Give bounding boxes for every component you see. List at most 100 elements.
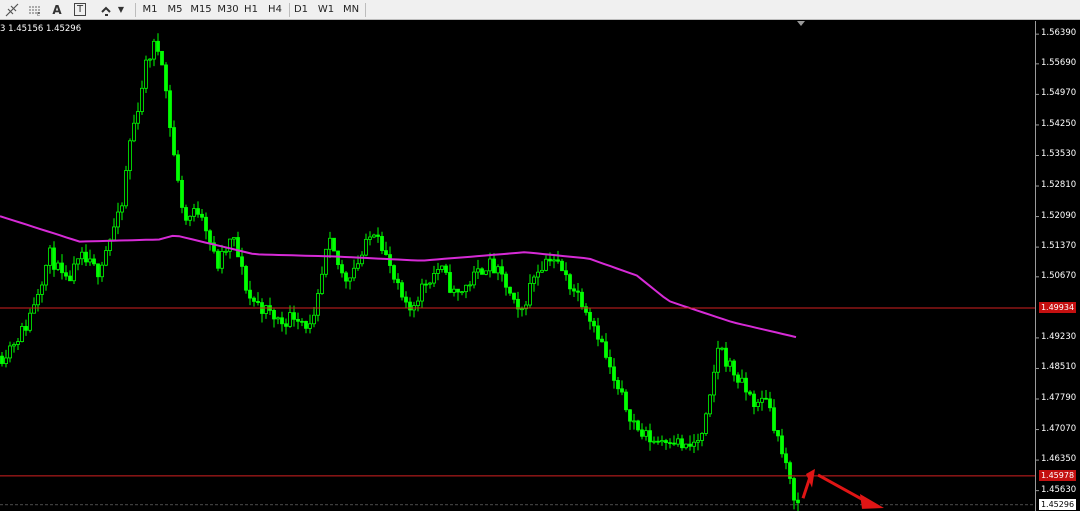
candle-body <box>420 283 424 302</box>
candle-body <box>392 265 396 280</box>
candle-body <box>452 288 456 293</box>
candle-body <box>464 284 468 293</box>
candle-body <box>460 291 464 294</box>
candle-body <box>676 438 680 445</box>
candle-body <box>308 323 312 329</box>
candle-body <box>144 59 148 89</box>
current-price-tag: 1.45296 <box>1039 498 1076 510</box>
chart-toolbar: E A T ▼ M1 M5 M15 M30 H1 H4 D1 W1 MN <box>0 0 1080 20</box>
candle-body <box>732 360 736 376</box>
price-tick-label: 1.47070 <box>1041 423 1077 434</box>
price-tick-label: 1.46350 <box>1041 454 1077 465</box>
timeframe-h4-button[interactable]: H4 <box>265 2 285 17</box>
candle-body <box>688 443 692 447</box>
candle-body <box>400 282 404 298</box>
timeframe-d1-button[interactable]: D1 <box>292 2 310 17</box>
candle-body <box>424 283 428 286</box>
text-tool-icon[interactable]: T <box>70 1 90 18</box>
timeframe-m30-button[interactable]: M30 <box>216 2 240 17</box>
candle-body <box>380 236 384 252</box>
candle-body <box>664 440 668 444</box>
candle-body <box>764 397 768 400</box>
candle-body <box>0 355 4 364</box>
candle-body <box>500 266 504 275</box>
candle-body <box>448 272 452 293</box>
candle-body <box>336 250 340 266</box>
toolbar-separator <box>135 3 136 17</box>
candle-body <box>352 267 356 279</box>
candle-body <box>88 258 92 263</box>
candle-body <box>48 247 52 266</box>
candle-body <box>600 338 604 343</box>
candle-body <box>604 341 608 358</box>
price-chart[interactable] <box>0 21 1080 511</box>
timeframe-w1-button[interactable]: W1 <box>316 2 336 17</box>
candle-body <box>104 250 108 266</box>
timeframe-m15-button[interactable]: M15 <box>189 2 213 17</box>
candle-body <box>256 301 260 303</box>
candle-body <box>512 292 516 300</box>
candle-body <box>160 50 164 66</box>
candle-body <box>748 391 752 395</box>
candle-body <box>252 297 256 302</box>
candle-body <box>432 273 436 284</box>
candle-body <box>592 320 596 327</box>
candle-body <box>272 310 276 320</box>
candle-body <box>720 347 724 350</box>
candle-body <box>220 250 224 269</box>
dropdown-icon[interactable]: ▼ <box>116 1 126 18</box>
candle-body <box>516 298 520 310</box>
candle-body <box>396 278 400 284</box>
candle-body <box>164 64 168 92</box>
svg-text:E: E <box>37 12 40 17</box>
candle-body <box>528 283 532 306</box>
candle-body <box>156 40 160 52</box>
arrows-icon[interactable] <box>97 1 117 18</box>
candle-body <box>176 154 180 181</box>
timeframe-mn-button[interactable]: MN <box>340 2 362 17</box>
candle-body <box>556 259 560 262</box>
timeframe-h1-button[interactable]: H1 <box>242 2 260 17</box>
candle-body <box>736 374 740 383</box>
candle-body <box>712 371 716 396</box>
chart-canvas[interactable] <box>0 21 1080 511</box>
candle-body <box>264 305 268 314</box>
timeframe-m5-button[interactable]: M5 <box>165 2 185 17</box>
candle-body <box>540 269 544 273</box>
candle-body <box>680 438 684 449</box>
fibonacci-icon[interactable] <box>2 1 22 18</box>
candle-body <box>616 380 620 390</box>
timeframe-m1-button[interactable]: M1 <box>140 2 160 17</box>
channel-icon[interactable]: E <box>25 1 45 18</box>
candle-body <box>648 430 652 443</box>
candle-body <box>728 360 732 367</box>
candle-body <box>580 291 584 308</box>
candle-body <box>588 311 592 322</box>
candle-body <box>716 347 720 373</box>
candle-body <box>16 341 20 345</box>
candle-body <box>124 170 128 207</box>
candle-body <box>496 266 500 274</box>
candle-body <box>476 268 480 273</box>
toolbar-separator <box>289 3 290 17</box>
candle-body <box>620 388 624 393</box>
text-label-icon[interactable]: A <box>47 1 67 18</box>
candle-body <box>96 263 100 278</box>
candle-body <box>324 248 328 275</box>
support-price-tag: 1.45978 <box>1039 469 1076 481</box>
text-tool-label: T <box>73 3 87 16</box>
candle-body <box>744 377 748 393</box>
price-tick-label: 1.52090 <box>1041 210 1077 221</box>
candle-body <box>224 250 228 253</box>
candle-body <box>724 347 728 367</box>
candle-body <box>208 230 212 244</box>
candle-body <box>504 273 508 288</box>
candle-body <box>444 265 448 273</box>
candle-body <box>100 264 104 278</box>
price-tick-label: 1.53530 <box>1041 149 1077 160</box>
candle-body <box>152 40 156 60</box>
candle-body <box>520 308 524 311</box>
candle-body <box>328 237 332 250</box>
candle-body <box>60 262 64 274</box>
candle-body <box>376 234 380 237</box>
